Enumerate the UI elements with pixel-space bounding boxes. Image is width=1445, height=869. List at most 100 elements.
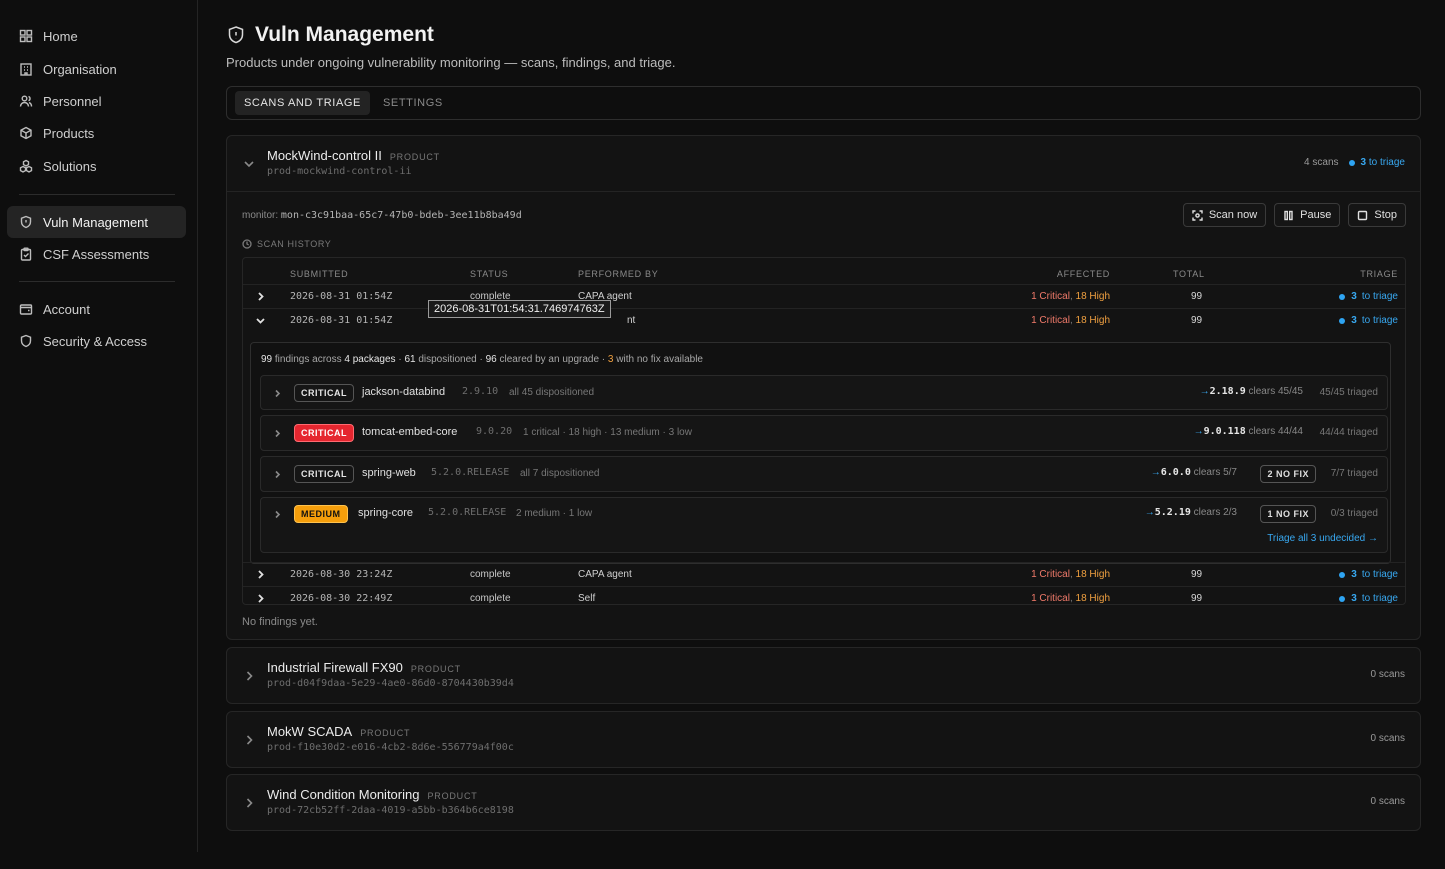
triage-link[interactable]: 3 to triage bbox=[1339, 569, 1398, 580]
table-row[interactable]: 2026-08-30 22:49Z complete Self 1 Critic… bbox=[243, 586, 1405, 605]
high-count: 18 High bbox=[1075, 569, 1110, 580]
fix-clears: clears 45/45 bbox=[1248, 386, 1303, 397]
pause-button[interactable]: Pause bbox=[1274, 203, 1341, 227]
chevron-right-icon[interactable] bbox=[255, 291, 266, 302]
tab-scans-and-triage[interactable]: SCANS AND TRIAGE bbox=[235, 91, 370, 115]
critical-count: 1 Critical bbox=[1031, 593, 1070, 604]
product-tag: PRODUCT bbox=[389, 152, 440, 162]
triaged-count: 44/44 triaged bbox=[1319, 427, 1378, 438]
scan-history-text: SCAN HISTORY bbox=[257, 239, 332, 249]
scan-count: 0 scans bbox=[1370, 669, 1405, 680]
sidebar-item-solutions[interactable]: Solutions bbox=[7, 150, 186, 182]
scan-now-button[interactable]: Scan now bbox=[1182, 203, 1267, 227]
critical-count: 1 Critical bbox=[1031, 291, 1070, 302]
status-cell: complete bbox=[470, 593, 511, 604]
critical-count: 1 Critical bbox=[1031, 315, 1070, 326]
chevron-right-icon[interactable] bbox=[273, 510, 282, 519]
triage-link[interactable]: 3 to triage bbox=[1339, 315, 1398, 326]
sidebar-item-account[interactable]: Account bbox=[7, 293, 186, 325]
package-row[interactable]: CRITICAL spring-web 5.2.0.RELEASE all 7 … bbox=[260, 456, 1388, 492]
chevron-right-icon[interactable] bbox=[243, 670, 255, 682]
performed-by-link[interactable]: CAPA agent bbox=[578, 569, 632, 580]
tab-settings[interactable]: SETTINGS bbox=[374, 91, 452, 115]
sidebar-item-label: Security & Access bbox=[43, 333, 148, 349]
sidebar-item-csf-assessments[interactable]: CSF Assessments bbox=[7, 238, 186, 270]
chevron-right-icon[interactable] bbox=[243, 734, 255, 746]
table-row[interactable]: 2026-08-30 23:24Z complete CAPA agent 1 … bbox=[243, 562, 1405, 586]
triage-dot-icon bbox=[1348, 159, 1355, 166]
monitor-actions: Scan now Pause Stop bbox=[1182, 203, 1406, 227]
scan-now-label: Scan now bbox=[1208, 209, 1258, 221]
affected-cell: 1 Critical, 18 High bbox=[1031, 315, 1110, 326]
sidebar-item-home[interactable]: Home bbox=[7, 20, 186, 52]
stop-label: Stop bbox=[1374, 209, 1397, 221]
submitted-cell[interactable]: 2026-08-31 01:54Z bbox=[290, 315, 392, 326]
total-cell: 99 bbox=[1191, 569, 1203, 580]
sidebar-item-organisation[interactable]: Organisation bbox=[7, 53, 186, 85]
triage-link[interactable]: 3 to triage bbox=[1339, 291, 1398, 302]
triaged-count: 45/45 triaged bbox=[1319, 387, 1378, 398]
fix-version-number: 2.18.9 bbox=[1209, 386, 1246, 397]
fix-version-number: 5.2.19 bbox=[1154, 507, 1191, 518]
product-card[interactable]: Wind Condition Monitoring PRODUCT prod-72… bbox=[226, 774, 1421, 831]
affected-cell: 1 Critical, 18 High bbox=[1031, 593, 1110, 604]
sidebar-item-label: Personnel bbox=[43, 93, 102, 109]
col-performed-by: PERFORMED BY bbox=[578, 269, 659, 279]
sidebar-item-products[interactable]: Products bbox=[7, 117, 186, 149]
package-name: spring-core bbox=[358, 507, 414, 519]
triage-dot-icon bbox=[1339, 595, 1346, 602]
triage-link[interactable]: 3 to triage bbox=[1339, 593, 1398, 604]
package-name: jackson-databind bbox=[362, 386, 446, 398]
scan-icon bbox=[1192, 209, 1203, 221]
summary-cleared: 96 bbox=[485, 354, 497, 365]
package-row[interactable]: CRITICAL tomcat-embed-core 9.0.20 1 crit… bbox=[260, 415, 1388, 451]
scan-count: 0 scans bbox=[1370, 733, 1405, 744]
performed-by-link[interactable]: nt bbox=[627, 315, 635, 326]
sidebar-item-vuln-management[interactable]: Vuln Management bbox=[7, 206, 186, 238]
scan-count: 0 scans bbox=[1370, 796, 1405, 807]
package-row[interactable]: MEDIUM spring-core 5.2.0.RELEASE 2 mediu… bbox=[260, 497, 1388, 553]
triage-dot-icon bbox=[1339, 293, 1346, 300]
stop-button[interactable]: Stop bbox=[1348, 203, 1406, 227]
triage-all-button[interactable]: Triage all 3 undecided → bbox=[1267, 533, 1378, 544]
triage-count: 3 bbox=[1351, 291, 1357, 302]
high-count: 18 High bbox=[1075, 315, 1110, 326]
triage-count: 3 bbox=[1351, 569, 1357, 580]
chevron-right-icon[interactable] bbox=[273, 389, 282, 398]
critical-count: 1 Critical bbox=[1031, 569, 1070, 580]
table-row[interactable]: 2026-08-31 01:54Z complete CAPA agent 1 … bbox=[243, 284, 1405, 308]
product-name: Industrial Firewall FX90 bbox=[267, 660, 403, 675]
chevron-right-icon[interactable] bbox=[255, 593, 266, 604]
chevron-right-icon[interactable] bbox=[255, 569, 266, 580]
sidebar-item-label: Home bbox=[43, 28, 78, 44]
chevron-right-icon[interactable] bbox=[243, 797, 255, 809]
chevron-down-icon[interactable] bbox=[243, 158, 255, 170]
scan-history-table: SUBMITTED STATUS PERFORMED BY AFFECTED T… bbox=[242, 257, 1406, 605]
triage-count: 3 bbox=[1360, 157, 1367, 168]
summary-text: cleared by an upgrade · bbox=[496, 354, 608, 365]
product-card-header[interactable]: MockWind-control II PRODUCT prod-mockwind… bbox=[227, 136, 1420, 191]
triage-count: 3 bbox=[1351, 315, 1357, 326]
page-subtitle: Products under ongoing vulnerability mon… bbox=[226, 55, 676, 70]
sidebar-item-security-access[interactable]: Security & Access bbox=[7, 325, 186, 357]
package-row[interactable]: CRITICAL jackson-databind 2.9.10 all 45 … bbox=[260, 375, 1388, 410]
product-card[interactable]: Industrial Firewall FX90 PRODUCT prod-d04… bbox=[226, 647, 1421, 704]
high-count: 18 High bbox=[1075, 291, 1110, 302]
no-fix-badge: 1 NO FIX bbox=[1260, 505, 1316, 523]
sidebar-item-label: CSF Assessments bbox=[43, 246, 150, 262]
product-card[interactable]: MokW SCADA PRODUCT prod-f10e30d2-e016-4cb… bbox=[226, 711, 1421, 768]
chevron-right-icon[interactable] bbox=[273, 470, 282, 479]
chevron-down-icon[interactable] bbox=[255, 315, 266, 326]
fix-version-number: 6.0.0 bbox=[1160, 467, 1191, 478]
boxes-icon bbox=[19, 159, 33, 173]
triage-label: to triage bbox=[1361, 291, 1398, 302]
findings-panel: 99 findings across 4 packages · 61 dispo… bbox=[250, 342, 1391, 564]
sidebar-item-label: Products bbox=[43, 125, 95, 141]
sidebar-item-personnel[interactable]: Personnel bbox=[7, 85, 186, 117]
submitted-cell: 2026-08-31 01:54Z bbox=[290, 291, 393, 302]
summary-text: findings across bbox=[272, 354, 345, 365]
col-status: STATUS bbox=[470, 269, 509, 279]
monitor-info: monitor: mon-c3c91baa-65c7-47b0-bdeb-3ee… bbox=[242, 210, 522, 221]
chevron-right-icon[interactable] bbox=[273, 429, 282, 438]
summary-text: with no fix available bbox=[613, 354, 703, 365]
